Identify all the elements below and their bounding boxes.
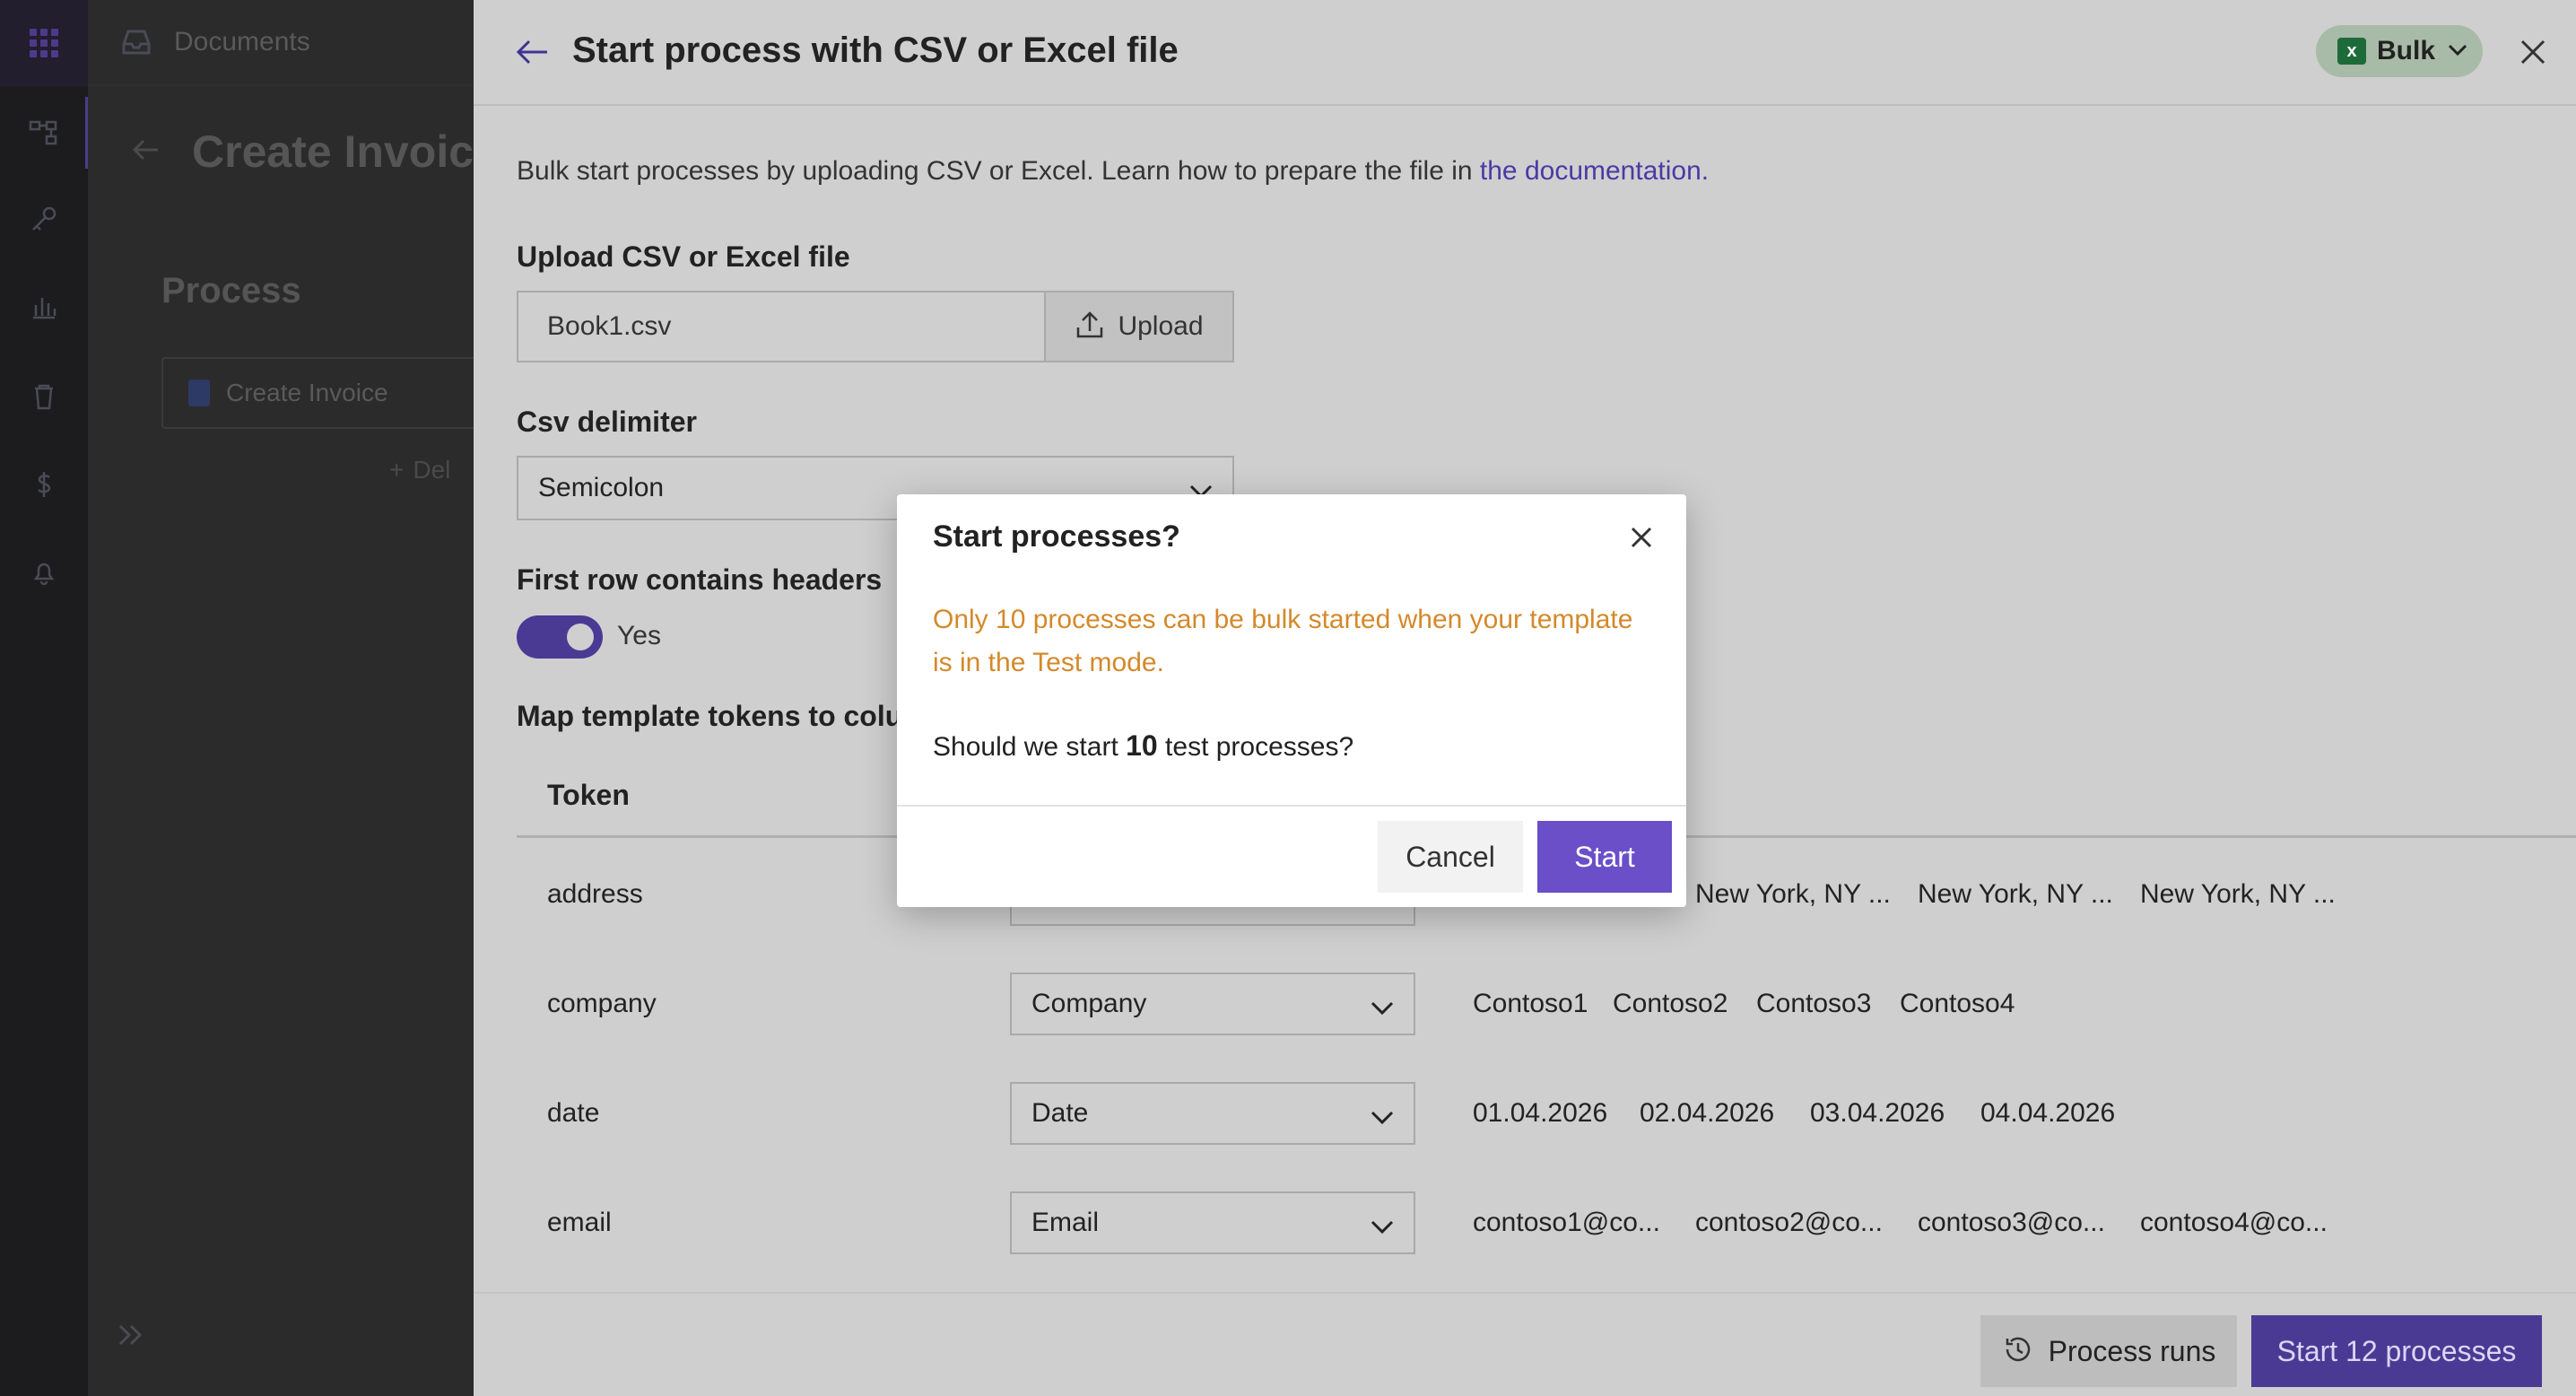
delimiter-value: Semicolon [538, 473, 665, 502]
chevron-down-icon [2446, 38, 2469, 65]
preview-values-date: 01.04.2026 02.04.2026 03.04.2026 04.04.2… [1473, 1098, 2115, 1129]
column-value: Email [1031, 1208, 1100, 1237]
back-arrow-icon[interactable] [515, 34, 551, 70]
chevron-down-icon [1369, 994, 1396, 1021]
headers-toggle-label: Yes [617, 621, 661, 650]
confirm-question: Should we start 10 test processes? [933, 729, 1353, 763]
dollar-icon[interactable] [0, 449, 88, 520]
bell-icon[interactable] [0, 537, 88, 608]
process-runs-label: Process runs [2048, 1334, 2216, 1367]
panel-header: Start process with CSV or Excel file x B… [474, 0, 2576, 106]
preview-value: contoso2@co... [1695, 1208, 1883, 1237]
inbox-icon [120, 26, 152, 58]
delete-link[interactable]: + Del [389, 456, 450, 484]
documentation-link[interactable]: the documentation. [1480, 156, 1709, 186]
toggle-knob [567, 624, 594, 650]
preview-value: Contoso4 [1900, 989, 2015, 1018]
column-value: Date [1031, 1098, 1089, 1128]
page-title: Create Invoice [192, 127, 474, 177]
preview-value: New York, NY ... [1695, 879, 1891, 909]
chart-icon[interactable] [0, 271, 88, 343]
dialog-divider [897, 805, 1686, 807]
delimiter-label: Csv delimiter [517, 406, 697, 438]
preview-value: New York, NY ... [1918, 879, 2113, 909]
upload-section-label: Upload CSV or Excel file [517, 240, 850, 273]
breadcrumb: Documents [88, 0, 474, 86]
question-count: 10 [1126, 729, 1158, 762]
start-all-processes-button[interactable]: Start 12 processes [2251, 1315, 2542, 1387]
token-date: date [547, 1098, 600, 1128]
file-name-field[interactable]: Book1.csv [517, 291, 1046, 362]
chevron-down-icon [1369, 1104, 1396, 1130]
token-column-header: Token [547, 779, 630, 811]
bulk-label: Bulk [2377, 36, 2436, 65]
map-tokens-label: Map template tokens to colu [517, 700, 903, 732]
headers-toggle[interactable] [517, 615, 603, 659]
headers-label: First row contains headers [517, 563, 883, 596]
question-prefix: Should we start [933, 732, 1127, 762]
document-icon [188, 380, 210, 406]
token-company: company [547, 989, 657, 1018]
close-icon[interactable] [2517, 36, 2549, 68]
preview-value: Contoso1 [1473, 989, 1588, 1018]
intro-body: Bulk start processes by uploading CSV or… [517, 156, 1480, 186]
delete-label: Del [413, 456, 451, 484]
dialog-title: Start processes? [933, 519, 1180, 554]
bulk-mode-dropdown[interactable]: x Bulk [2316, 25, 2483, 77]
expand-sidebar-icon[interactable] [115, 1319, 147, 1356]
trash-icon[interactable] [0, 361, 88, 432]
cancel-button[interactable]: Cancel [1378, 821, 1523, 893]
preview-value: contoso1@co... [1473, 1208, 1660, 1237]
process-runs-button[interactable]: Process runs [1980, 1315, 2237, 1387]
token-email: email [547, 1208, 612, 1237]
column-select-date[interactable]: Date [1010, 1082, 1415, 1145]
test-mode-warning: Only 10 processes can be bulk started wh… [933, 605, 1633, 677]
key-icon[interactable] [0, 183, 88, 255]
close-icon[interactable] [1629, 525, 1654, 550]
preview-value: Contoso3 [1756, 989, 1872, 1018]
upload-icon [1075, 310, 1105, 345]
token-address: address [547, 879, 643, 909]
back-arrow-icon[interactable] [131, 135, 161, 170]
breadcrumb-documents[interactable]: Documents [174, 27, 310, 57]
history-icon [2002, 1333, 2034, 1370]
preview-value: 03.04.2026 [1810, 1098, 1945, 1128]
column-value: Company [1031, 989, 1147, 1018]
section-title: Process [161, 271, 301, 310]
preview-values-company: Contoso1 Contoso2 Contoso3 Contoso4 [1473, 989, 2015, 1019]
column-select-company[interactable]: Company [1010, 973, 1415, 1035]
app-launcher-icon[interactable] [0, 0, 88, 86]
background-page: Documents Create Invoice Process Create … [88, 0, 474, 1396]
preview-value: contoso4@co... [2140, 1208, 2328, 1237]
chevron-down-icon [1369, 1213, 1396, 1240]
plus-icon: + [389, 456, 405, 484]
upload-button[interactable]: Upload [1044, 291, 1234, 362]
upload-label: Upload [1118, 311, 1204, 341]
start-processes-dialog: Start processes? Only 10 processes can b… [897, 494, 1686, 907]
panel-footer: Process runs Start 12 processes [474, 1292, 2576, 1396]
preview-value: contoso3@co... [1918, 1208, 2105, 1237]
intro-text: Bulk start processes by uploading CSV or… [517, 156, 1709, 187]
panel-title: Start process with CSV or Excel file [572, 31, 1179, 70]
excel-icon: x [2337, 38, 2366, 65]
question-suffix: test processes? [1157, 732, 1354, 762]
start-all-label: Start 12 processes [2276, 1334, 2517, 1367]
preview-value: Contoso2 [1613, 989, 1728, 1018]
workflow-icon[interactable] [0, 97, 88, 169]
start-button[interactable]: Start [1537, 821, 1672, 893]
left-rail [0, 0, 88, 1396]
preview-value: 04.04.2026 [1980, 1098, 2116, 1128]
process-card-label: Create Invoice [226, 379, 388, 406]
preview-value: New York, NY ... [2140, 879, 2336, 909]
column-select-email[interactable]: Email [1010, 1191, 1415, 1254]
process-card[interactable]: Create Invoice [161, 357, 474, 429]
preview-value: 01.04.2026 [1473, 1098, 1608, 1128]
preview-value: 02.04.2026 [1640, 1098, 1775, 1128]
preview-values-email: contoso1@co... contoso2@co... contoso3@c… [1473, 1208, 2328, 1238]
